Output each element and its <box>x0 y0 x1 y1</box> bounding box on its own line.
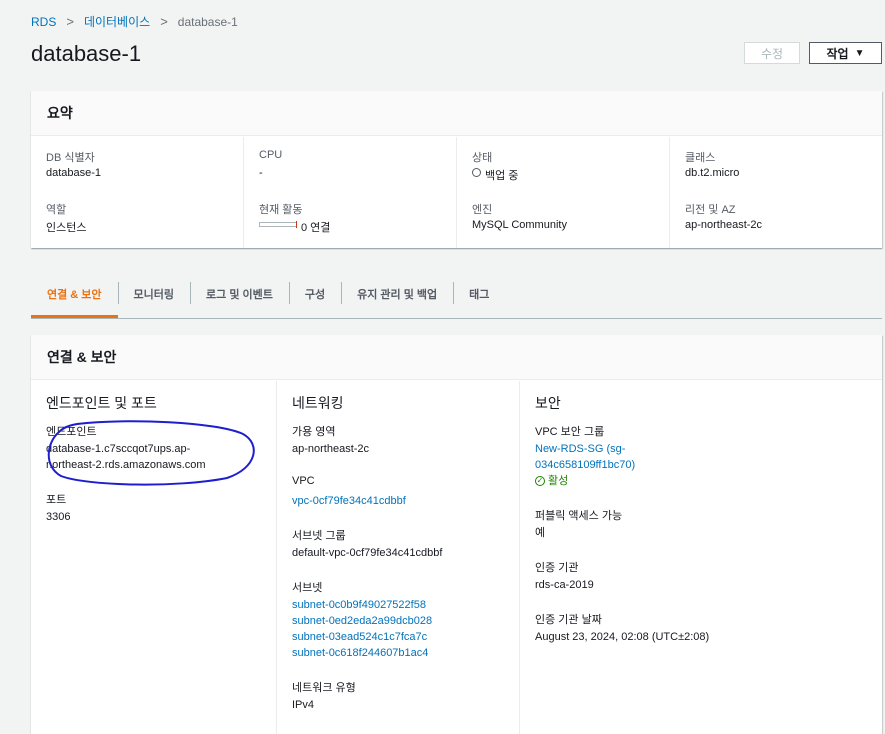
az-label: 가용 영역 <box>292 426 336 438</box>
subnets-label: 서브넷 <box>292 582 323 594</box>
summary-col-4: 클래스 db.t2.micro 리전 및 AZ ap-northeast-2c <box>669 137 882 248</box>
breadcrumb-databases[interactable]: 데이터베이스 <box>84 13 150 30</box>
tab-tags[interactable]: 태그 <box>453 276 505 307</box>
summary-col-1: DB 식별자 database-1 역할 인스턴스 <box>31 137 243 248</box>
detail-tabs: 연결 & 보안 모니터링 로그 및 이벤트 구성 유지 관리 및 백업 태그 <box>31 276 882 319</box>
class-label: 클래스 <box>685 152 716 164</box>
summary-panel: 요약 DB 식별자 database-1 역할 인스턴스 CPU - 현재 활동… <box>31 91 882 248</box>
page-title: database-1 <box>31 41 142 66</box>
summary-col-2: CPU - 현재 활동 0 연결 <box>243 137 456 248</box>
network-type-label: 네트워크 유형 <box>292 682 356 694</box>
summary-col-3: 상태 백업 중 엔진 MySQL Community <box>456 137 669 248</box>
public-access-label: 퍼블릭 액세스 가능 <box>535 510 623 522</box>
az-value: ap-northeast-2c <box>292 443 370 455</box>
current-activity-label: 현재 활동 <box>259 204 303 216</box>
tab-monitoring[interactable]: 모니터링 <box>117 276 190 307</box>
breadcrumb-rds[interactable]: RDS <box>31 15 56 29</box>
vpc-label: VPC <box>292 475 315 487</box>
subnet-link[interactable]: subnet-0c618f244607b1ac4 <box>292 647 428 659</box>
region-az-value: ap-northeast-2c <box>685 219 763 231</box>
cpu-value: - <box>259 167 263 179</box>
endpoint-line-2: northeast-2.rds.amazonaws.com <box>46 459 206 471</box>
port-value: 3306 <box>46 511 71 523</box>
actions-button[interactable]: 작업 ▼ <box>809 42 882 64</box>
vpc-link[interactable]: vpc-0cf79fe34c41cdbbf <box>292 495 406 507</box>
tab-configuration[interactable]: 구성 <box>288 276 341 307</box>
sg-link-line-2: 034c658109ff1bc70) <box>535 459 636 471</box>
port-label: 포트 <box>46 494 67 506</box>
sg-link-line-1: New-RDS-SG (sg- <box>535 443 626 455</box>
breadcrumb-current: database-1 <box>177 14 238 29</box>
networking-column: 네트워킹 가용 영역 ap-northeast-2c VPC vpc-0cf79… <box>276 381 519 734</box>
cpu-label: CPU <box>259 149 283 161</box>
db-identifier-label: DB 식별자 <box>46 152 95 164</box>
edit-button-label: 수정 <box>760 46 784 61</box>
connections-text: 0 연결 <box>301 222 331 234</box>
summary-title: 요약 <box>31 91 882 136</box>
status-text: 백업 중 <box>485 170 519 182</box>
subnet-link[interactable]: subnet-03ead524c1c7fca7c <box>292 631 427 643</box>
tab-connectivity-security[interactable]: 연결 & 보안 <box>31 276 118 318</box>
connections-bar <box>259 221 297 228</box>
endpoint-section-title: 엔드포인트 및 포트 <box>46 395 157 411</box>
engine-label: 엔진 <box>472 204 493 216</box>
actions-button-label: 작업 <box>826 46 849 61</box>
ca-label: 인증 기관 <box>535 562 579 574</box>
network-type-value: IPv4 <box>292 699 315 711</box>
caret-down-icon: ▼ <box>854 47 865 59</box>
chevron-right-icon: > <box>160 14 168 29</box>
breadcrumb: RDS > 데이터베이스 > database-1 <box>31 13 238 30</box>
connectivity-title: 연결 & 보안 <box>31 335 882 380</box>
security-column: 보안 VPC 보안 그룹 New-RDS-SG (sg- 034c658109f… <box>519 381 882 734</box>
connectivity-panel: 연결 & 보안 엔드포인트 및 포트 엔드포인트 database-1.c7sc… <box>31 335 882 734</box>
subnets-list: subnet-0c0b9f49027522f58 subnet-0ed2eda2… <box>292 597 503 661</box>
subnet-group-value: default-vpc-0cf79fe34c41cdbbf <box>292 547 443 559</box>
endpoint-line-1: database-1.c7sccqot7ups.ap- <box>46 443 191 455</box>
networking-section-title: 네트워킹 <box>292 395 344 411</box>
chevron-right-icon: > <box>66 14 74 29</box>
check-circle-icon: ✓ <box>535 476 545 486</box>
endpoint-column: 엔드포인트 및 포트 엔드포인트 database-1.c7sccqot7ups… <box>31 381 276 734</box>
subnet-link[interactable]: subnet-0ed2eda2a99dcb028 <box>292 615 432 627</box>
clock-icon <box>472 168 481 177</box>
endpoint-value[interactable]: database-1.c7sccqot7ups.ap- northeast-2.… <box>46 441 260 473</box>
sg-status: ✓ 활성 <box>535 473 866 489</box>
status-label: 상태 <box>472 152 493 164</box>
subnet-group-label: 서브넷 그룹 <box>292 530 346 542</box>
db-identifier-value: database-1 <box>46 167 102 179</box>
current-activity-value: 0 연결 <box>259 219 440 253</box>
subnet-link[interactable]: subnet-0c0b9f49027522f58 <box>292 599 426 611</box>
sg-link[interactable]: New-RDS-SG (sg- 034c658109ff1bc70) <box>535 441 866 473</box>
public-access-value: 예 <box>535 527 546 539</box>
sg-value: New-RDS-SG (sg- 034c658109ff1bc70) ✓ 활성 <box>535 441 866 489</box>
role-label: 역할 <box>46 204 67 216</box>
class-value: db.t2.micro <box>685 167 740 179</box>
tab-logs-events[interactable]: 로그 및 이벤트 <box>190 276 289 307</box>
sg-status-text: 활성 <box>548 475 569 487</box>
ca-date-value: August 23, 2024, 02:08 (UTC±2:08) <box>535 631 710 643</box>
role-value: 인스턴스 <box>46 222 87 234</box>
sg-label: VPC 보안 그룹 <box>535 426 605 438</box>
edit-button[interactable]: 수정 <box>744 42 800 64</box>
ca-date-label: 인증 기관 날짜 <box>535 614 602 626</box>
security-section-title: 보안 <box>535 395 561 411</box>
tab-maintenance-backup[interactable]: 유지 관리 및 백업 <box>341 276 453 307</box>
engine-value: MySQL Community <box>472 219 567 231</box>
ca-value: rds-ca-2019 <box>535 579 594 591</box>
region-az-label: 리전 및 AZ <box>685 204 736 216</box>
status-value: 백업 중 <box>472 167 653 201</box>
endpoint-label: 엔드포인트 <box>46 426 97 438</box>
